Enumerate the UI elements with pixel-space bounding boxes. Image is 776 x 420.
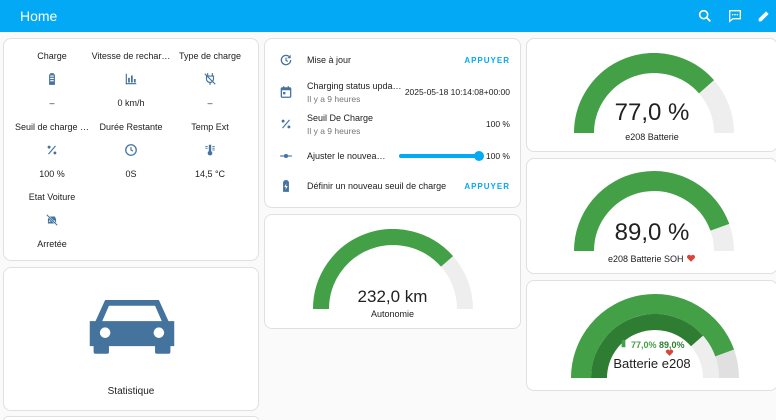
page-title: Home <box>20 8 58 24</box>
grid-item-charge-type[interactable]: Type de charge – <box>166 50 254 109</box>
autonomie-value: 232,0 km <box>357 287 428 306</box>
grid-item-label: Vitesse de rechar… <box>91 51 171 61</box>
entities-card: Mise à jour APPUYER Charging status upda… <box>264 38 521 208</box>
empty-card-bottom-left <box>3 416 259 420</box>
percent-icon <box>47 145 57 155</box>
grid-item-label: Charge <box>37 51 67 61</box>
grid-item-remaining[interactable]: Durée Restante 0S <box>87 121 175 180</box>
update-label: Mise à jour <box>307 55 352 65</box>
grid-item-label: Durée Restante <box>99 122 163 132</box>
set-threshold-press-button[interactable]: APPUYER <box>464 182 510 191</box>
autonomie-gauge-card[interactable]: 232,0 km Autonomie <box>264 214 521 329</box>
grid-item-temp[interactable]: Temp Ext 14,5 °C <box>166 121 254 180</box>
grid-item-label: Type de charge <box>178 51 242 61</box>
soh-label-row: e208 Batterie SOH <box>527 253 776 264</box>
soh-label: e208 Batterie SOH <box>607 254 684 264</box>
grid-item-charge-speed[interactable]: Vitesse de rechar… 0 km/h <box>87 50 175 109</box>
grid-item-value: 0S <box>125 169 137 179</box>
grid-item-label: Seuil de charge … <box>14 122 90 132</box>
grid-item-car-state[interactable]: Etat Voiture Arretée <box>8 191 96 250</box>
calendar-icon <box>280 86 292 98</box>
grid-item-threshold[interactable]: Seuil de charge … 100 % <box>8 121 96 180</box>
chart-bar-icon <box>125 73 137 85</box>
charging-status-value: 2025-05-18 10:14:08+00:00 <box>404 87 510 97</box>
battery-percent-label: 77,0% <box>630 340 657 350</box>
status-grid-card: Charge – Vitesse de rechar… 0 km/h Type … <box>3 38 259 261</box>
grid-item-value: Arretée <box>37 239 67 249</box>
grid-item-charge[interactable]: Charge – <box>8 50 96 109</box>
car-off-icon <box>46 214 58 226</box>
power-plug-off-icon <box>204 73 216 85</box>
slider-thumb[interactable] <box>474 151 484 161</box>
battery-icon <box>49 73 55 85</box>
clock-icon <box>125 144 137 156</box>
edit-icon[interactable] <box>756 8 772 24</box>
slider-label: Ajuster le nouveau … <box>307 151 387 161</box>
charging-status-row[interactable]: Charging status upda… Il y a 9 heures 20… <box>279 79 510 105</box>
thermometer-icon <box>205 144 215 156</box>
slider-fill <box>399 154 479 158</box>
slider-value: 100 % <box>485 151 510 161</box>
heart-icon <box>687 254 696 262</box>
combined-battery-card[interactable]: 77,0% 89,0% Batterie e208 <box>526 280 776 391</box>
combined-label: Batterie e208 <box>613 356 691 371</box>
threshold-slider[interactable] <box>399 149 484 163</box>
battery-label: e208 Batterie <box>625 132 679 142</box>
grid-item-value: – <box>49 98 55 108</box>
car-icon <box>89 300 175 354</box>
soh-gauge-card[interactable]: 89,0 % e208 Batterie SOH <box>526 158 776 274</box>
threshold-label: Seuil De Charge <box>307 112 374 123</box>
set-threshold-row: Définir un nouveau seuil de charge APPUY… <box>279 173 510 199</box>
threshold-value: 100 % <box>485 119 510 129</box>
autonomie-label: Autonomie <box>370 309 415 319</box>
charging-status-label: Charging status upda… <box>307 80 402 91</box>
threshold-time: Il y a 9 heures <box>307 125 361 136</box>
battery-charging-icon <box>283 180 289 192</box>
ray-vertex-icon <box>280 153 292 159</box>
update-icon <box>280 54 292 66</box>
grid-item-value: 100 % <box>39 169 65 179</box>
battery-icon <box>622 339 626 348</box>
combined-center: 77,0% 89,0% <box>527 338 776 350</box>
slider-row: Ajuster le nouveau … 100 % <box>279 143 510 169</box>
statistics-label: Statistique <box>107 386 155 397</box>
set-threshold-label: Définir un nouveau seuil de charge <box>307 181 447 191</box>
charging-status-time: Il y a 9 heures <box>307 93 361 104</box>
battery-gauge-card[interactable]: 77,0 % e208 Batterie <box>526 38 776 152</box>
statistics-card[interactable]: Statistique <box>3 267 259 411</box>
search-icon[interactable] <box>697 8 713 24</box>
battery-value: 77,0 % <box>614 99 690 126</box>
grid-item-label: Temp Ext <box>191 122 229 132</box>
grid-item-value: 0 km/h <box>117 98 145 108</box>
soh-value: 89,0 % <box>614 219 690 246</box>
update-press-button[interactable]: APPUYER <box>464 56 510 65</box>
assist-icon[interactable] <box>727 8 743 24</box>
top-app-bar: Home <box>0 0 776 32</box>
percent-icon <box>281 119 291 129</box>
grid-item-label: Etat Voiture <box>28 192 76 202</box>
grid-item-value: – <box>207 98 213 108</box>
threshold-row[interactable]: Seuil De Charge Il y a 9 heures 100 % <box>279 111 510 137</box>
update-row: Mise à jour APPUYER <box>279 47 510 73</box>
grid-item-value: 14,5 °C <box>194 169 226 179</box>
